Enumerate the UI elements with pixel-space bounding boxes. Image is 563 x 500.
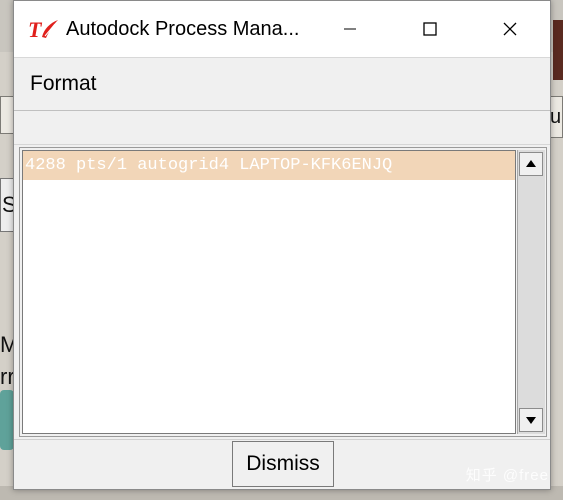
scroll-down-button[interactable] — [519, 408, 543, 432]
tk-feather-icon: T — [28, 14, 62, 44]
minimize-icon — [344, 28, 356, 30]
maximize-icon — [423, 22, 437, 36]
dismiss-button[interactable]: Dismiss — [232, 441, 334, 487]
empty-toolbar-strip — [14, 111, 550, 145]
arrow-down-icon — [526, 417, 536, 424]
menu-format[interactable]: Format — [30, 72, 97, 96]
close-button[interactable] — [470, 1, 550, 57]
background-molecule-graphic — [0, 390, 14, 450]
background-right-button[interactable]: u — [549, 96, 563, 138]
list-item[interactable]: 4288 pts/1 autogrid4 LAPTOP-KFK6ENJQ — [23, 151, 515, 180]
scroll-up-button[interactable] — [519, 152, 543, 176]
watermark: 知乎 @free — [465, 467, 549, 484]
close-icon — [503, 22, 517, 36]
window-title: Autodock Process Mana... — [66, 17, 300, 40]
minimize-button[interactable] — [310, 1, 390, 57]
process-manager-window: T Autodock Process Mana... Format 4288 p… — [13, 0, 551, 490]
menu-bar: Format — [14, 57, 550, 111]
background-right-panel — [553, 20, 563, 80]
process-listbox[interactable]: 4288 pts/1 autogrid4 LAPTOP-KFK6ENJQ — [22, 150, 516, 434]
title-bar[interactable]: T Autodock Process Mana... — [14, 1, 550, 57]
vertical-scrollbar[interactable] — [517, 150, 545, 434]
maximize-button[interactable] — [390, 1, 470, 57]
process-list-frame: 4288 pts/1 autogrid4 LAPTOP-KFK6ENJQ — [19, 147, 547, 437]
svg-text:T: T — [28, 17, 43, 41]
arrow-up-icon — [526, 160, 536, 167]
